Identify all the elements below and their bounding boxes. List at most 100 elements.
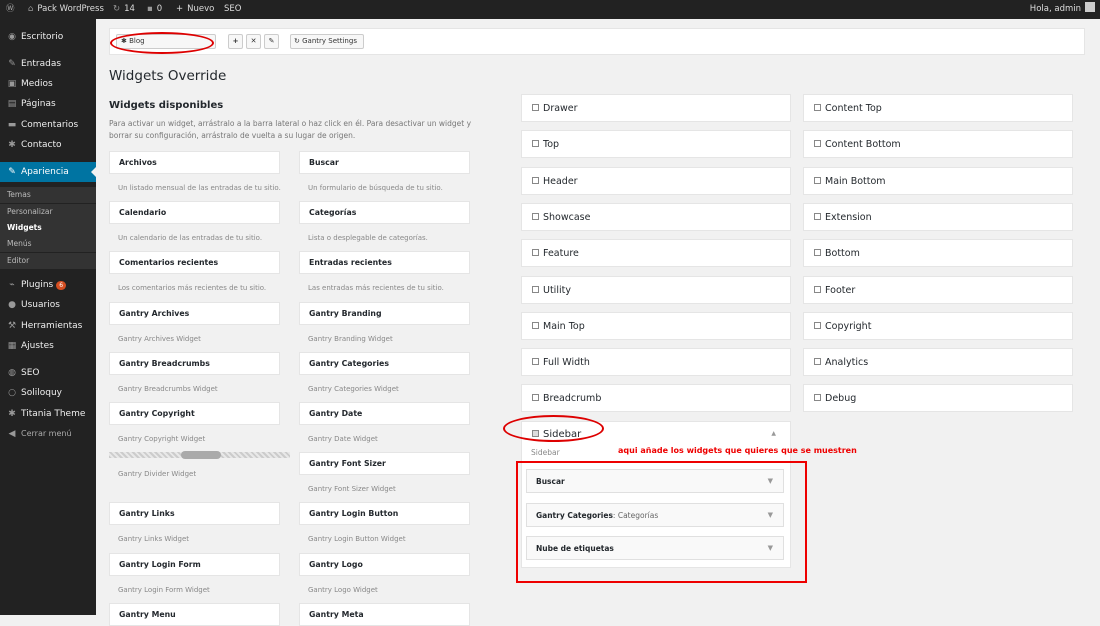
add-override-button[interactable]: + bbox=[228, 34, 243, 49]
widget-categorias[interactable]: Categorías bbox=[299, 201, 470, 225]
widget-gantry-meta[interactable]: Gantry Meta bbox=[299, 602, 470, 626]
plus-icon: + bbox=[176, 4, 184, 14]
widget-gantry-logo[interactable]: Gantry Logo bbox=[299, 552, 470, 576]
widget-area-feature[interactable]: Feature bbox=[521, 239, 791, 268]
widget-area-drawer[interactable]: Drawer bbox=[521, 94, 791, 122]
widget-gantry-font-sizer[interactable]: Gantry Font Sizer bbox=[299, 452, 470, 476]
widget-gantry-archives[interactable]: Gantry Archives bbox=[109, 301, 280, 325]
edit-override-button[interactable]: ✎ bbox=[264, 34, 279, 49]
widget-area-main-bottom[interactable]: Main Bottom bbox=[803, 166, 1073, 195]
submenu-item-editor[interactable]: Editor bbox=[0, 253, 96, 269]
widget-area-label: Extension bbox=[825, 211, 872, 223]
sidebar-widget-nube-de-etiquetas[interactable]: Nube de etiquetas ▼ bbox=[526, 536, 784, 560]
checkbox-icon[interactable] bbox=[814, 358, 821, 366]
submenu-item-personalizar[interactable]: Personalizar bbox=[0, 204, 96, 220]
sidebar-item-contacto[interactable]: ✱ Contacto bbox=[0, 135, 96, 155]
widget-gantry-menu[interactable]: Gantry Menu bbox=[109, 602, 280, 626]
checkbox-icon[interactable] bbox=[532, 285, 539, 293]
widget-area-header[interactable]: Header bbox=[521, 166, 791, 195]
widget-area-debug[interactable]: Debug bbox=[803, 384, 1073, 413]
checkbox-icon[interactable] bbox=[814, 285, 821, 293]
widget-archivos[interactable]: Archivos bbox=[109, 151, 280, 174]
sidebar-item-comentarios[interactable]: ▬ Comentarios bbox=[0, 115, 96, 135]
seo-link[interactable]: SEO bbox=[224, 0, 241, 19]
wordpress-logo-icon[interactable]: Ⓦ bbox=[6, 0, 15, 19]
comments-link[interactable]: ▪ 0 bbox=[147, 0, 162, 19]
new-link[interactable]: + Nuevo bbox=[176, 0, 214, 19]
submenu-item-temas[interactable]: Temas bbox=[0, 187, 96, 203]
sidebar-item-apariencia[interactable]: ✎ Apariencia bbox=[0, 162, 96, 182]
widget-area-showcase[interactable]: Showcase bbox=[521, 202, 791, 231]
widget-calendario[interactable]: Calendario bbox=[109, 201, 280, 225]
sidebar-item-entradas[interactable]: ✎ Entradas bbox=[0, 54, 96, 74]
widget-comentarios-recientes[interactable]: Comentarios recientes bbox=[109, 251, 280, 275]
widget-gantry-categories[interactable]: Gantry Categories bbox=[299, 351, 470, 375]
chevron-down-icon[interactable]: ▼ bbox=[768, 470, 773, 493]
sidebar-item-soliloquy[interactable]: ○ Soliloquy bbox=[0, 383, 96, 403]
sidebar-widget-gantry-categories[interactable]: Gantry Categories: Categorías ▼ bbox=[526, 502, 784, 527]
sidebar-item-plugins[interactable]: ⌁ Plugins 6 bbox=[0, 275, 96, 295]
checkbox-icon[interactable] bbox=[532, 212, 539, 220]
checkbox-icon[interactable] bbox=[532, 104, 539, 111]
widget-area-label: Top bbox=[543, 139, 560, 151]
sidebar-widget-buscar[interactable]: Buscar ▼ bbox=[526, 469, 784, 493]
widget-gantry-date[interactable]: Gantry Date bbox=[299, 402, 470, 425]
checkbox-icon[interactable] bbox=[814, 140, 821, 148]
widget-gantry-breadcrumbs[interactable]: Gantry Breadcrumbs bbox=[109, 351, 280, 375]
widget-buscar[interactable]: Buscar bbox=[299, 151, 470, 174]
widget-entradas-recientes[interactable]: Entradas recientes bbox=[299, 251, 470, 275]
sidebar-item-seo[interactable]: ◍ SEO bbox=[0, 363, 96, 383]
widget-area-utility[interactable]: Utility bbox=[521, 275, 791, 304]
widget-gantry-copyright[interactable]: Gantry Copyright bbox=[109, 402, 280, 425]
widget-area-footer[interactable]: Footer bbox=[803, 275, 1073, 304]
chevron-down-icon[interactable]: ▼ bbox=[768, 537, 773, 560]
widget-area-label: Bottom bbox=[825, 248, 860, 260]
checkbox-icon[interactable] bbox=[814, 321, 821, 329]
checkbox-icon[interactable] bbox=[532, 321, 539, 329]
checkbox-icon[interactable] bbox=[814, 249, 821, 257]
widget-area-copyright[interactable]: Copyright bbox=[803, 311, 1073, 340]
widget-area-full-width[interactable]: Full Width bbox=[521, 348, 791, 377]
checkbox-icon[interactable] bbox=[814, 104, 821, 111]
updates-link[interactable]: ↻ 14 bbox=[113, 0, 135, 19]
widget-gantry-branding[interactable]: Gantry Branding bbox=[299, 301, 470, 325]
widget-area-top[interactable]: Top bbox=[521, 130, 791, 159]
account-link[interactable]: Hola, admin bbox=[1030, 0, 1095, 19]
checkbox-icon[interactable] bbox=[532, 176, 539, 184]
widget-area-extension[interactable]: Extension bbox=[803, 202, 1073, 231]
sidebar-item-escritorio[interactable]: ◉ Escritorio bbox=[0, 27, 96, 47]
widget-description: Gantry Links Widget bbox=[118, 535, 189, 544]
widget-area-content-top[interactable]: Content Top bbox=[803, 94, 1073, 122]
checkbox-icon[interactable] bbox=[814, 394, 821, 402]
sidebar-item-titania-theme[interactable]: ✱ Titania Theme bbox=[0, 404, 96, 424]
sidebar-item-medios[interactable]: ▣ Medios bbox=[0, 74, 96, 94]
delete-override-button[interactable]: ✕ bbox=[246, 34, 261, 49]
submenu-item-widgets[interactable]: Widgets bbox=[0, 220, 96, 236]
checkbox-icon[interactable] bbox=[532, 140, 539, 148]
widget-gantry-login-button[interactable]: Gantry Login Button bbox=[299, 502, 470, 526]
widget-area-label: Drawer bbox=[543, 103, 578, 114]
chevron-down-icon[interactable]: ▼ bbox=[768, 504, 773, 527]
widget-gantry-links[interactable]: Gantry Links bbox=[109, 502, 280, 526]
sidebar-item-ajustes[interactable]: ▦ Ajustes bbox=[0, 336, 96, 356]
sidebar-item-usuarios[interactable]: ● Usuarios bbox=[0, 295, 96, 315]
widget-area-main-top[interactable]: Main Top bbox=[521, 311, 791, 340]
widget-area-content-bottom[interactable]: Content Bottom bbox=[803, 130, 1073, 159]
widget-area-breadcrumb[interactable]: Breadcrumb bbox=[521, 384, 791, 413]
sidebar-item-paginas[interactable]: ▤ Páginas bbox=[0, 94, 96, 114]
checkbox-icon[interactable] bbox=[532, 249, 539, 257]
checkbox-icon[interactable] bbox=[532, 394, 539, 402]
checkbox-icon[interactable] bbox=[532, 358, 539, 366]
gantry-settings-button[interactable]: ↻ Gantry Settings bbox=[290, 34, 364, 49]
widget-area-analytics[interactable]: Analytics bbox=[803, 348, 1073, 377]
widget-area-bottom[interactable]: Bottom bbox=[803, 239, 1073, 268]
checkbox-icon[interactable] bbox=[814, 176, 821, 184]
sidebar-item-herramientas[interactable]: ⚒ Herramientas bbox=[0, 316, 96, 336]
checkbox-icon[interactable] bbox=[814, 212, 821, 220]
submenu-item-menus[interactable]: Menús bbox=[0, 236, 96, 252]
widget-gantry-login-form[interactable]: Gantry Login Form bbox=[109, 552, 280, 576]
sidebar-item-cerrar-menu[interactable]: ◀ Cerrar menú bbox=[0, 424, 96, 444]
divider-widget-bar[interactable] bbox=[109, 451, 290, 459]
collapse-arrow-icon[interactable]: ▲ bbox=[771, 430, 776, 437]
site-name-link[interactable]: ⌂ Pack WordPress bbox=[28, 0, 104, 19]
